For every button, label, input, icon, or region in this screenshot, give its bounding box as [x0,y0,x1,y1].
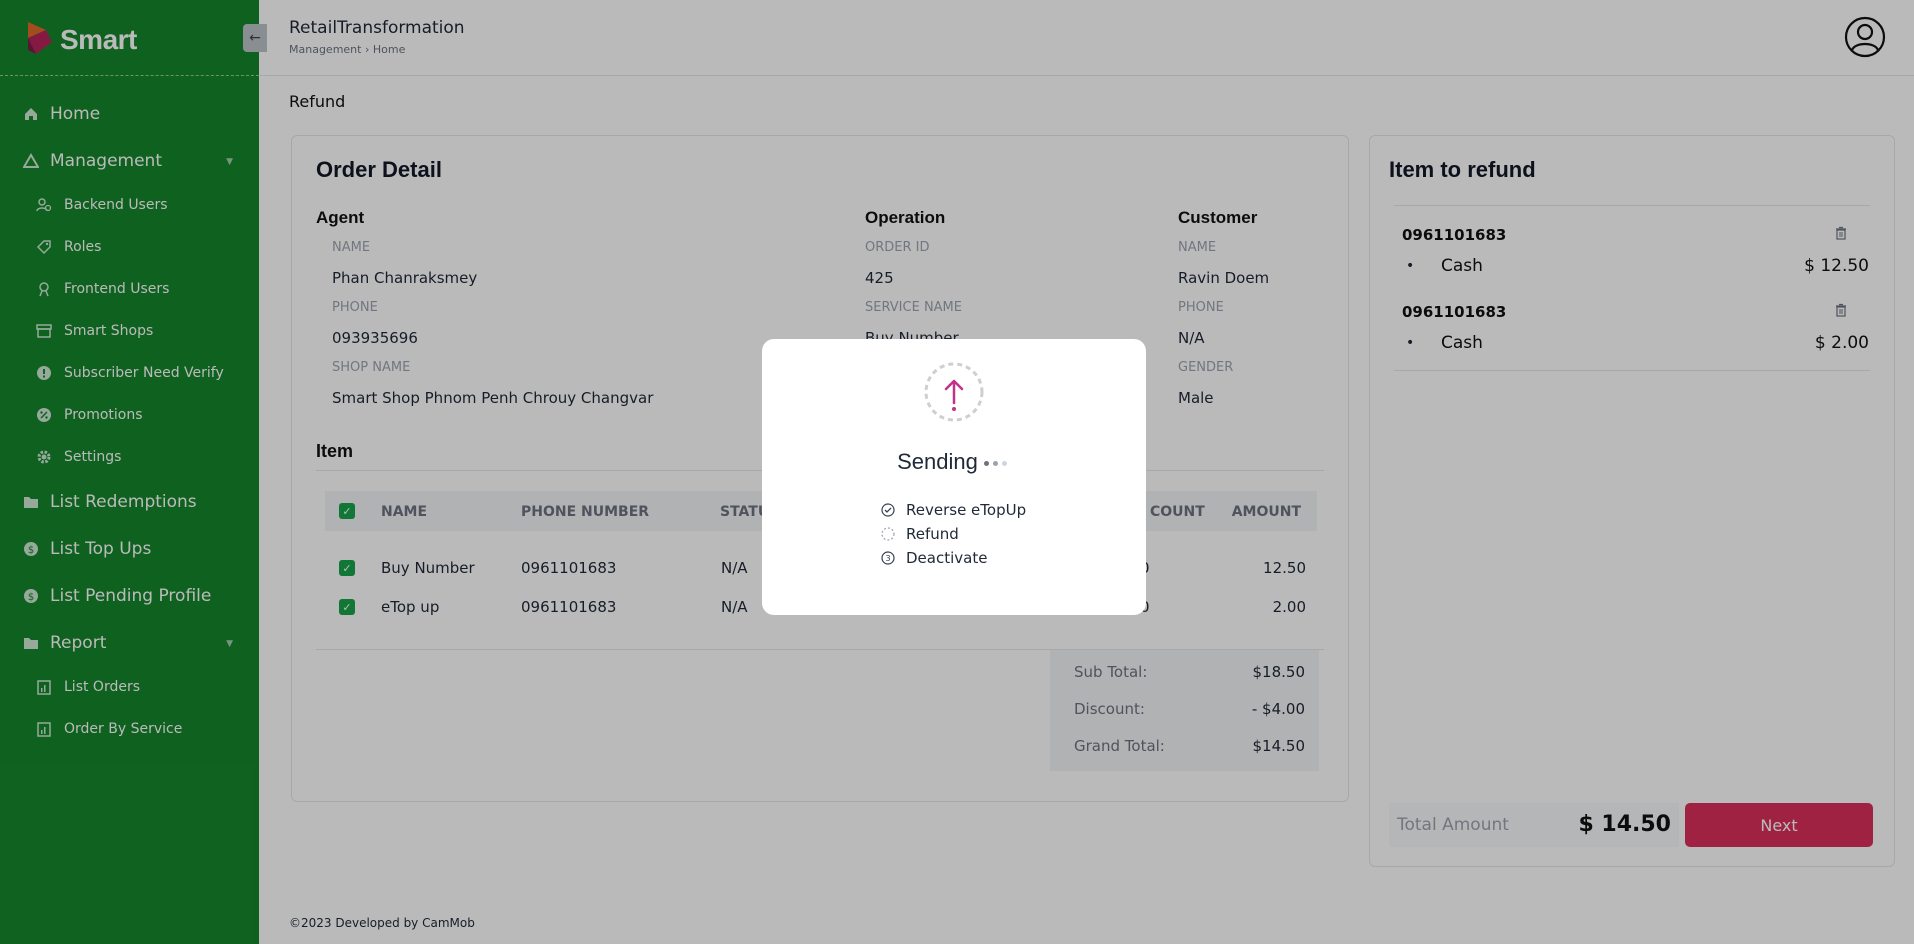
svg-text:3: 3 [885,554,890,563]
spinner-icon [880,526,896,542]
step-refund: Refund [880,525,959,543]
modal-title: Sending [762,449,1146,475]
step-deactivate: 3 Deactivate [880,549,987,567]
sending-modal: Sending Reverse eTopUp Refund 3 Deactiva… [762,339,1146,615]
check-circle-icon [880,502,896,518]
loading-dots-icon [983,449,1011,475]
step-label: Reverse eTopUp [906,501,1027,519]
modal-title-text: Sending [897,449,978,474]
upload-progress-icon [924,362,984,422]
step-reverse-etopup: Reverse eTopUp [880,501,1026,519]
step-label: Deactivate [906,549,988,567]
step-label: Refund [906,525,959,543]
step-number-icon: 3 [880,550,896,566]
